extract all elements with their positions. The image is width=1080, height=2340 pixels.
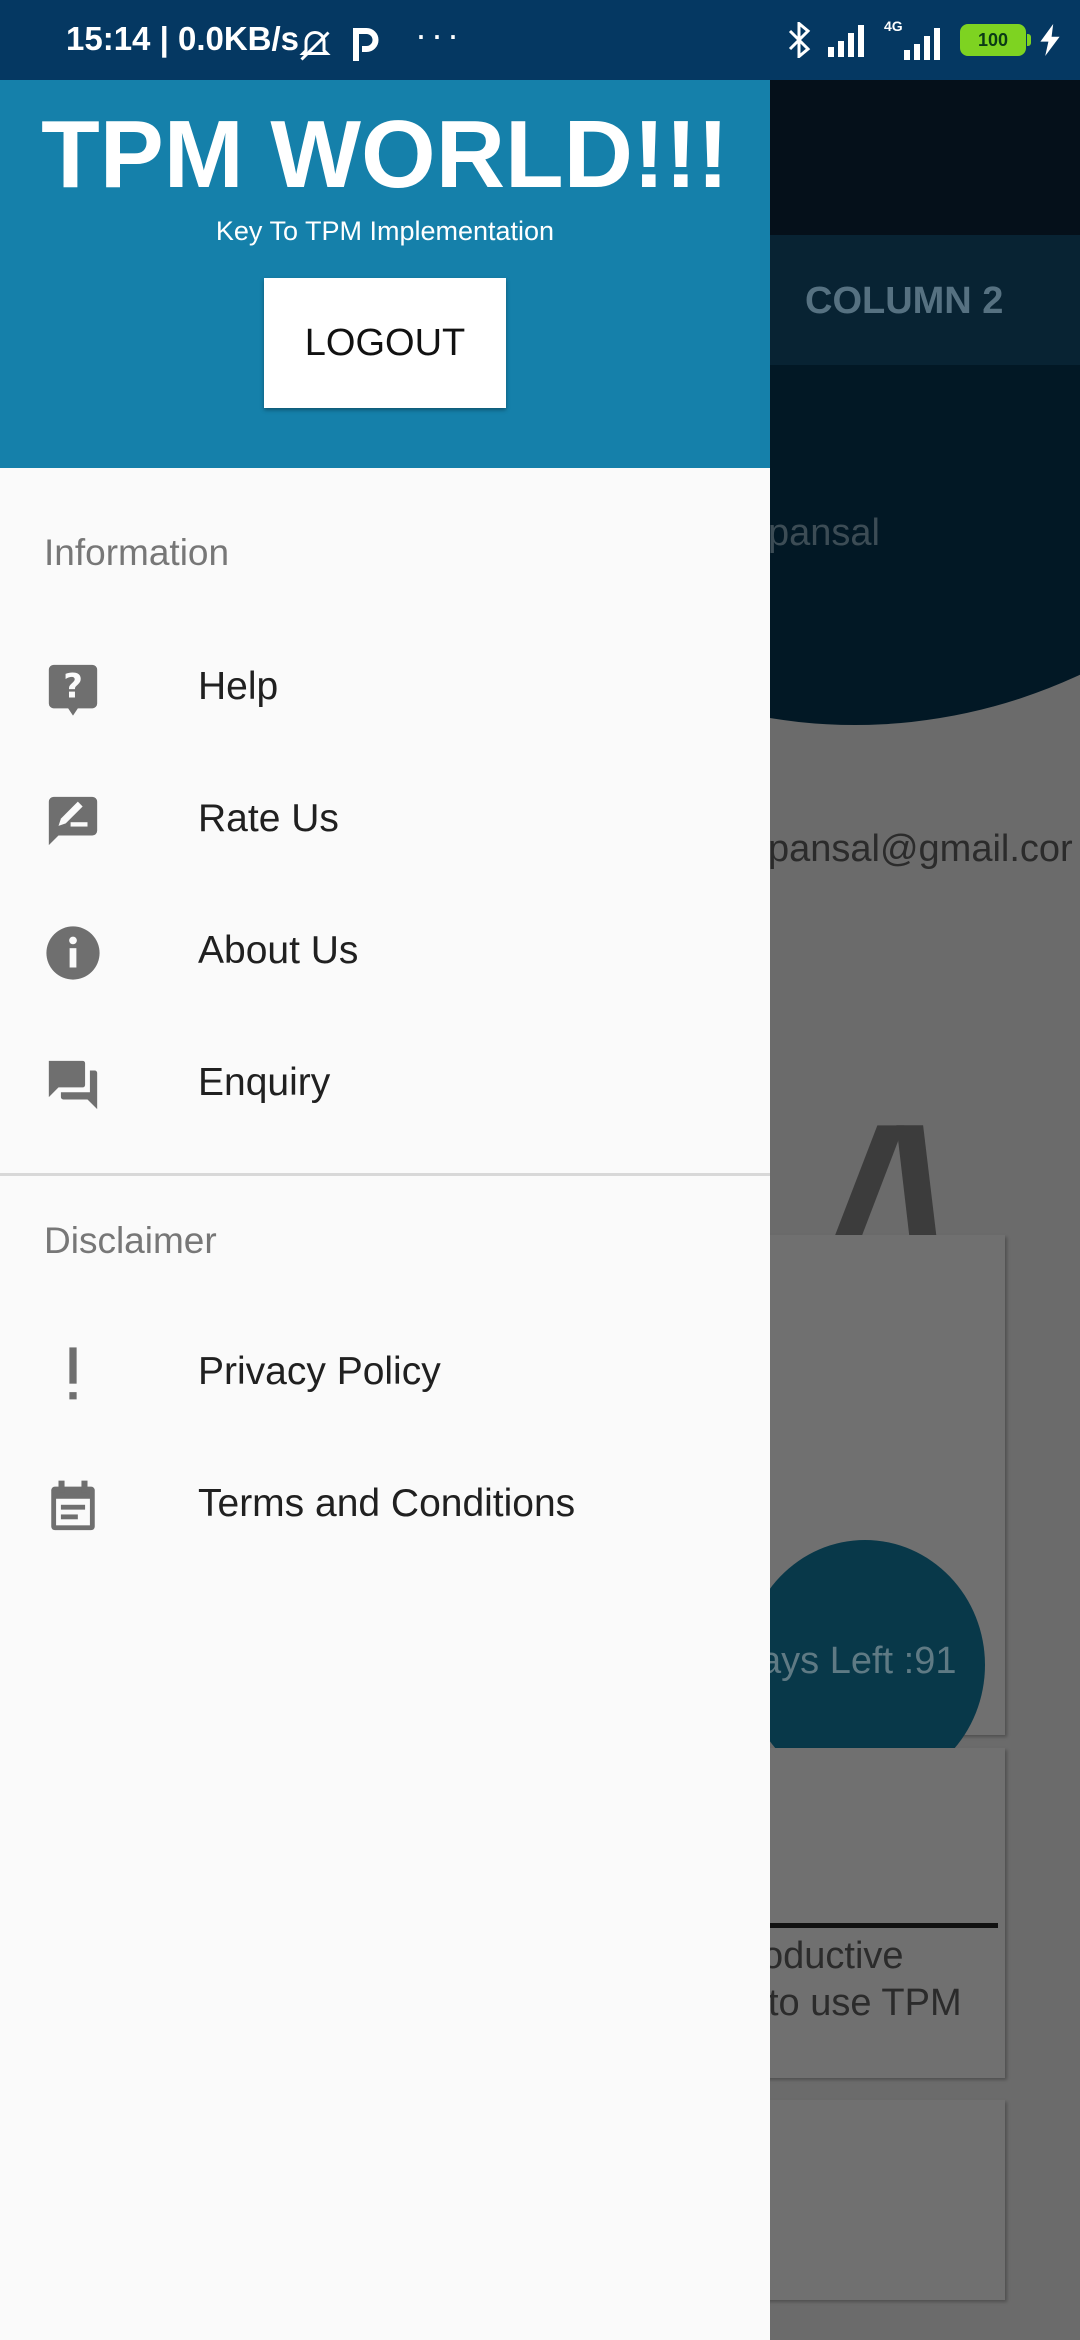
menu-item-label: About Us — [198, 929, 359, 972]
svg-text:?: ? — [63, 666, 83, 705]
bluetooth-icon — [788, 22, 811, 58]
menu-item-enquiry[interactable]: Enquiry — [0, 1019, 770, 1151]
navigation-drawer: TPM WORLD!!! Key To TPM Implementation L… — [0, 80, 770, 2340]
forum-icon — [48, 1060, 98, 1110]
background-desc-line1: oductive — [762, 1935, 904, 1977]
logout-button[interactable]: LOGOUT — [264, 278, 506, 408]
rate-icon — [48, 796, 98, 846]
status-time: 15:14 | 0.0KB/s — [66, 20, 300, 57]
menu-item-rate-us[interactable]: Rate Us — [0, 755, 770, 887]
background-card-3 — [740, 2100, 1005, 2300]
help-icon: ? — [48, 664, 98, 716]
status-bar: 15:14 | 0.0KB/s ··· 4G 100 — [0, 0, 1080, 80]
background-days-left: ays Left :91 — [760, 1640, 957, 1682]
info-icon — [46, 926, 100, 980]
background-desc-line2: to use TPM — [768, 1982, 962, 2024]
background-tab-column2: COLUMN 2 — [805, 280, 1004, 322]
menu-item-privacy-policy[interactable]: Privacy Policy — [0, 1308, 770, 1440]
background-card-divider — [760, 1923, 998, 1928]
menu-item-label: Rate Us — [198, 797, 339, 840]
background-card-2 — [740, 1748, 1005, 2078]
menu-item-terms-and-conditions[interactable]: Terms and Conditions — [0, 1440, 770, 1572]
section-title-information: Information — [44, 532, 230, 573]
menu-item-about-us[interactable]: About Us — [0, 887, 770, 1019]
signal-icon — [828, 25, 864, 57]
menu-item-label: Terms and Conditions — [198, 1482, 576, 1525]
battery-level: 100 — [977, 29, 1009, 50]
battery-icon: 100 — [960, 24, 1031, 56]
menu-item-label: Privacy Policy — [198, 1350, 441, 1393]
app-subtitle: Key To TPM Implementation — [215, 216, 555, 246]
drawer-header: TPM WORLD!!! Key To TPM Implementation L… — [0, 80, 770, 468]
charging-icon — [1040, 24, 1060, 56]
signal-4g-icon: 4G — [884, 18, 946, 60]
section-divider — [0, 1173, 770, 1176]
background-name: pansal — [768, 512, 880, 554]
section-title-disclaimer: Disclaimer — [44, 1220, 217, 1261]
menu-item-label: Help — [198, 665, 279, 708]
exclamation-icon — [69, 1347, 77, 1400]
parking-icon — [353, 28, 379, 61]
calendar-icon — [51, 1480, 95, 1531]
menu-item-label: Enquiry — [198, 1061, 331, 1104]
menu-item-help[interactable]: ? Help — [0, 623, 770, 755]
app-title: TPM WORLD!!! — [41, 101, 729, 208]
background-email: pansal@gmail.cor — [768, 828, 1073, 870]
mute-icon — [299, 30, 331, 61]
more-dots-icon: ··· — [415, 14, 463, 55]
status-icons: 4G 100 — [786, 18, 1060, 62]
